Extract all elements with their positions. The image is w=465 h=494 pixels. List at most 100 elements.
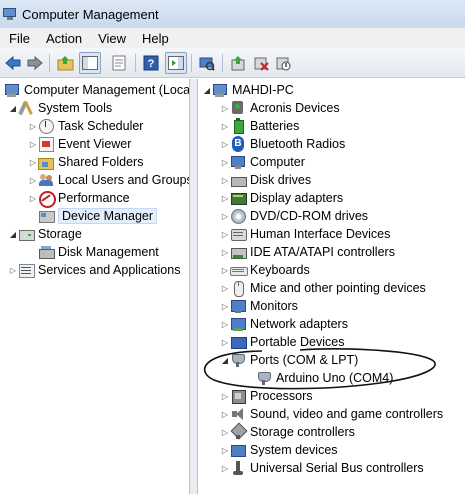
device-category-keyboards[interactable]: ▷ Keyboards	[220, 261, 310, 279]
collapsed-arrow-icon[interactable]: ▷	[220, 212, 230, 221]
collapsed-arrow-icon[interactable]: ▷	[28, 194, 38, 203]
collapsed-arrow-icon[interactable]: ▷	[8, 266, 18, 275]
device-category-mice[interactable]: ▷ Mice and other pointing devices	[220, 279, 426, 297]
tree-item-shared-folders[interactable]: ▷ Shared Folders	[28, 153, 143, 171]
collapsed-arrow-icon[interactable]: ▷	[220, 428, 230, 437]
collapsed-arrow-icon[interactable]: ▷	[220, 230, 230, 239]
system-device-icon	[230, 442, 246, 458]
collapsed-arrow-icon[interactable]: ▷	[220, 338, 230, 347]
scan-hardware-icon[interactable]	[196, 52, 218, 74]
device-category-monitors[interactable]: ▷ Monitors	[220, 297, 298, 315]
collapsed-arrow-icon[interactable]: ▷	[220, 446, 230, 455]
disk-icon	[38, 244, 55, 260]
collapsed-arrow-icon[interactable]: ▷	[28, 122, 38, 131]
collapsed-arrow-icon[interactable]: ▷	[220, 122, 230, 131]
computer-icon	[4, 82, 20, 98]
expanded-arrow-icon[interactable]: ◢	[8, 104, 18, 113]
device-category-acronis[interactable]: ▷ Acronis Devices	[220, 99, 340, 117]
monitor-icon	[230, 298, 246, 314]
show-hide-action-pane-icon[interactable]	[165, 52, 187, 74]
device-category-storage-controllers[interactable]: ▷ Storage controllers	[220, 423, 355, 441]
svg-text:?: ?	[148, 58, 155, 70]
menu-action[interactable]: Action	[37, 31, 89, 46]
display-adapter-icon	[230, 190, 247, 206]
device-tree-root[interactable]: ◢ MAHDI-PC	[202, 81, 294, 99]
menu-file[interactable]: File	[0, 31, 37, 46]
device-category-hid[interactable]: ▷ Human Interface Devices	[220, 225, 390, 243]
disk-drive-icon	[230, 172, 247, 188]
performance-icon	[38, 190, 56, 208]
shared-folder-icon	[38, 154, 54, 170]
disable-icon[interactable]	[272, 52, 294, 74]
device-category-ports[interactable]: ◢ Ports (COM & LPT)	[220, 351, 358, 369]
collapsed-arrow-icon[interactable]: ▷	[28, 176, 38, 185]
tree-root-computer-management[interactable]: Computer Management (Local	[0, 81, 189, 99]
collapsed-arrow-icon[interactable]: ▷	[28, 158, 38, 167]
collapsed-arrow-icon[interactable]: ▷	[220, 158, 230, 167]
collapsed-arrow-icon[interactable]: ▷	[220, 266, 230, 275]
computer-icon	[230, 154, 246, 170]
device-arduino-uno[interactable]: Arduino Uno (COM4)	[256, 369, 393, 387]
port-icon	[230, 352, 246, 368]
device-category-batteries[interactable]: ▷ Batteries	[220, 117, 299, 135]
tree-item-performance[interactable]: ▷ Performance	[28, 189, 130, 208]
update-driver-icon[interactable]	[227, 52, 249, 74]
storage-controller-icon	[230, 424, 246, 440]
tree-item-system-tools[interactable]: ◢ System Tools	[8, 99, 112, 117]
speaker-icon	[230, 406, 246, 422]
collapsed-arrow-icon[interactable]: ▷	[220, 320, 230, 329]
menu-view[interactable]: View	[89, 31, 133, 46]
collapsed-arrow-icon[interactable]: ▷	[220, 410, 230, 419]
collapsed-arrow-icon[interactable]: ▷	[220, 248, 230, 257]
collapsed-arrow-icon[interactable]: ▷	[220, 284, 230, 293]
tree-item-disk-management[interactable]: Disk Management	[38, 243, 159, 261]
tree-item-local-users[interactable]: ▷ Local Users and Groups	[28, 171, 189, 189]
collapsed-arrow-icon[interactable]: ▷	[220, 104, 230, 113]
up-folder-icon[interactable]	[55, 52, 77, 74]
back-icon[interactable]	[2, 52, 24, 74]
device-category-sound[interactable]: ▷ Sound, video and game controllers	[220, 405, 443, 423]
device-category-dvd-cd-rom[interactable]: ▷ DVD/CD-ROM drives	[220, 207, 368, 225]
bluetooth-icon	[230, 136, 246, 152]
device-category-disk-drives[interactable]: ▷ Disk drives	[220, 171, 311, 189]
expanded-arrow-icon[interactable]: ◢	[202, 86, 212, 95]
menu-help[interactable]: Help	[133, 31, 176, 46]
collapsed-arrow-icon[interactable]: ▷	[220, 464, 230, 473]
tree-item-task-scheduler[interactable]: ▷ Task Scheduler	[28, 117, 143, 135]
acronis-device-icon	[230, 100, 246, 116]
usb-icon	[230, 460, 246, 476]
tree-item-services-applications[interactable]: ▷ Services and Applications	[8, 261, 180, 279]
device-category-network-adapters[interactable]: ▷ Network adapters	[220, 315, 348, 333]
forward-icon[interactable]	[24, 52, 46, 74]
device-category-display-adapters[interactable]: ▷ Display adapters	[220, 189, 343, 207]
hid-icon	[230, 226, 247, 242]
pane-splitter[interactable]	[190, 79, 197, 494]
tree-item-device-manager[interactable]: Device Manager	[38, 207, 158, 225]
ide-controller-icon	[230, 244, 247, 260]
collapsed-arrow-icon[interactable]: ▷	[220, 194, 230, 203]
device-tree-pane[interactable]: ◢ MAHDI-PC ▷ Acronis Devices ▷ Batteries…	[197, 79, 465, 494]
device-category-processors[interactable]: ▷ Processors	[220, 387, 313, 405]
uninstall-icon[interactable]	[250, 52, 272, 74]
computer-management-icon	[2, 7, 18, 21]
device-category-portable-devices[interactable]: ▷ Portable Devices	[220, 333, 345, 351]
device-category-computer[interactable]: ▷ Computer	[220, 153, 305, 171]
collapsed-arrow-icon[interactable]: ▷	[220, 176, 230, 185]
collapsed-arrow-icon[interactable]: ▷	[220, 140, 230, 149]
properties-icon[interactable]	[108, 52, 130, 74]
show-hide-tree-icon[interactable]	[79, 52, 101, 74]
collapsed-arrow-icon[interactable]: ▷	[220, 392, 230, 401]
device-category-ide-ata[interactable]: ▷ IDE ATA/ATAPI controllers	[220, 243, 395, 261]
expanded-arrow-icon[interactable]: ◢	[220, 356, 230, 365]
device-category-usb[interactable]: ▷ Universal Serial Bus controllers	[220, 459, 424, 477]
tree-item-event-viewer[interactable]: ▷ Event Viewer	[28, 135, 131, 153]
device-category-system-devices[interactable]: ▷ System devices	[220, 441, 338, 459]
tools-icon	[18, 100, 34, 116]
expanded-arrow-icon[interactable]: ◢	[8, 230, 18, 239]
help-icon[interactable]: ?	[140, 52, 162, 74]
collapsed-arrow-icon[interactable]: ▷	[220, 302, 230, 311]
collapsed-arrow-icon[interactable]: ▷	[28, 140, 38, 149]
tree-item-storage[interactable]: ◢ Storage	[8, 225, 82, 243]
device-category-bluetooth[interactable]: ▷ Bluetooth Radios	[220, 135, 345, 153]
console-tree-pane[interactable]: Computer Management (Local ◢ System Tool…	[0, 79, 190, 494]
